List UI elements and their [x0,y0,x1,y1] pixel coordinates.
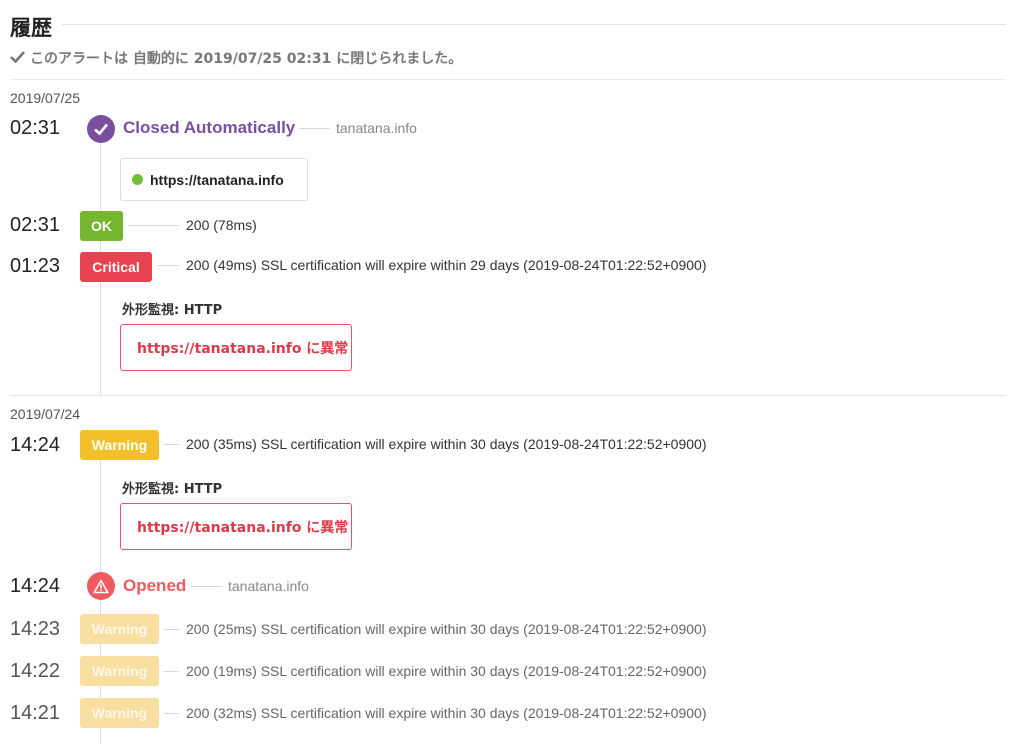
warning-triangle-icon [87,572,115,600]
status-badge: Warning [80,656,159,686]
alert-link[interactable]: https://tanatana.info に異常 [120,503,352,550]
event-time: 14:24 [10,434,61,456]
date-heading: 2019/07/25 [10,90,81,106]
check-circle-icon [87,115,115,143]
connector-line [299,128,330,129]
event-time: 02:31 [10,117,61,139]
connector-line [191,586,222,587]
connector-line [164,671,179,672]
connector-line [164,629,179,630]
checkmark-icon [10,50,25,67]
status-title: Opened [123,576,187,595]
event-time: 14:22 [10,660,61,682]
event-time: 14:21 [10,702,61,724]
event-time: 14:24 [10,575,61,597]
status-badge: Critical [80,252,152,282]
closed-note: このアラートは 自動的に 2019/07/25 02:31 に閉じられました。 [10,48,462,68]
url-label: https://tanatana.info [150,171,284,188]
host-link[interactable]: tanatana.info [228,578,309,594]
event-message: 200 (35ms) SSL certification will expire… [186,436,707,452]
alert-link[interactable]: https://tanatana.info に異常 [120,324,352,371]
status-badge: Warning [80,614,159,644]
status-dot [132,174,143,185]
status-title: Closed Automatically [123,118,296,137]
divider [10,395,1006,396]
status-badge: Warning [80,430,159,460]
host-link[interactable]: tanatana.info [336,120,417,136]
status-badge: Warning [80,698,159,728]
connector-line [164,444,179,445]
closed-note-text: このアラートは 自動的に 2019/07/25 02:31 に閉じられました。 [30,51,463,67]
url-status-card[interactable]: https://tanatana.info [120,158,308,201]
page-title: 履歴 [10,16,52,40]
event-message: 200 (49ms) SSL certification will expire… [186,257,707,273]
connector-line [157,265,179,266]
monitor-label: 外形監視: HTTP [122,482,223,497]
connector-line [164,713,179,714]
event-time: 14:23 [10,618,61,640]
event-time: 02:31 [10,214,61,236]
monitor-label: 外形監視: HTTP [122,303,223,318]
event-time: 01:23 [10,255,61,277]
title-divider [62,24,1006,25]
event-message: 200 (78ms) [186,217,257,233]
connector-line [128,225,179,226]
date-heading: 2019/07/24 [10,406,81,422]
event-message: 200 (19ms) SSL certification will expire… [186,663,707,679]
divider [10,79,1006,80]
status-badge: OK [80,211,123,241]
event-message: 200 (32ms) SSL certification will expire… [186,705,707,721]
event-message: 200 (25ms) SSL certification will expire… [186,621,707,637]
